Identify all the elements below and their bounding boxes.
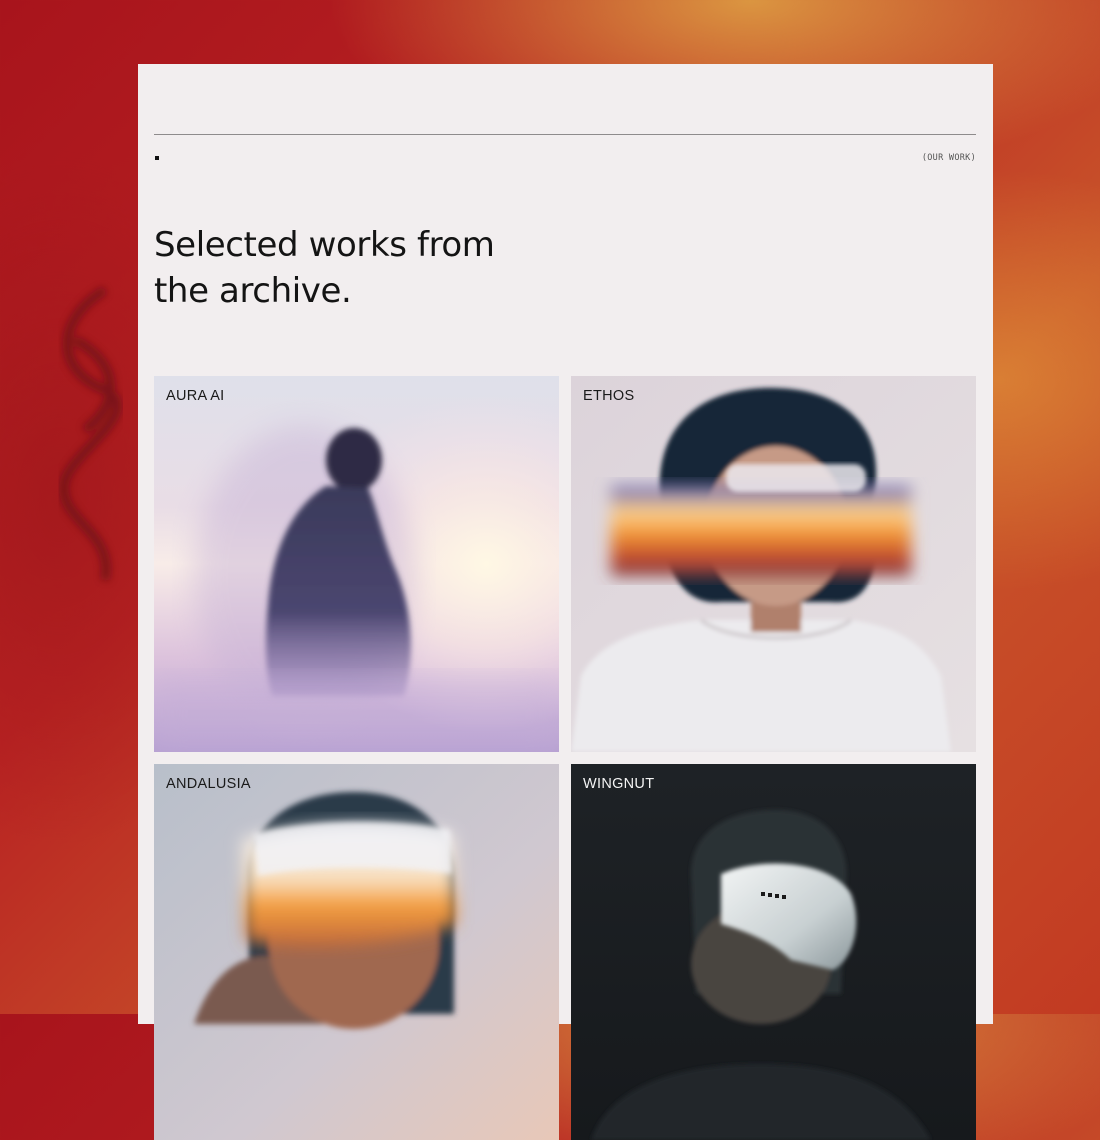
work-title: AURA AI xyxy=(166,388,225,404)
blurred-figure-in-coat-image xyxy=(154,376,559,752)
section-divider xyxy=(154,134,976,135)
person-with-light-visor-image xyxy=(571,376,976,752)
person-with-glowing-headset-image xyxy=(154,764,559,1140)
headline-line-1: Selected works from xyxy=(154,225,495,265)
headline-line-2: the archive. xyxy=(154,271,352,311)
work-card-aura-ai[interactable]: AURA AI xyxy=(154,376,559,752)
works-section: (OUR WORK) Selected works from the archi… xyxy=(138,64,993,1140)
work-title: WINGNUT xyxy=(583,776,655,792)
section-headline: Selected works from the archive. xyxy=(154,222,574,314)
work-card-ethos[interactable]: ETHOS xyxy=(571,376,976,752)
work-card-andalusia[interactable]: ANDALUSIA xyxy=(154,764,559,1140)
section-label: (OUR WORK) xyxy=(921,153,976,163)
work-title: ETHOS xyxy=(583,388,635,404)
square-marker-icon xyxy=(155,156,159,160)
person-with-vr-headset-dark-image xyxy=(571,764,976,1140)
background-blur-motif xyxy=(59,286,122,581)
work-title: ANDALUSIA xyxy=(166,776,251,792)
work-card-wingnut[interactable]: WINGNUT xyxy=(571,764,976,1140)
